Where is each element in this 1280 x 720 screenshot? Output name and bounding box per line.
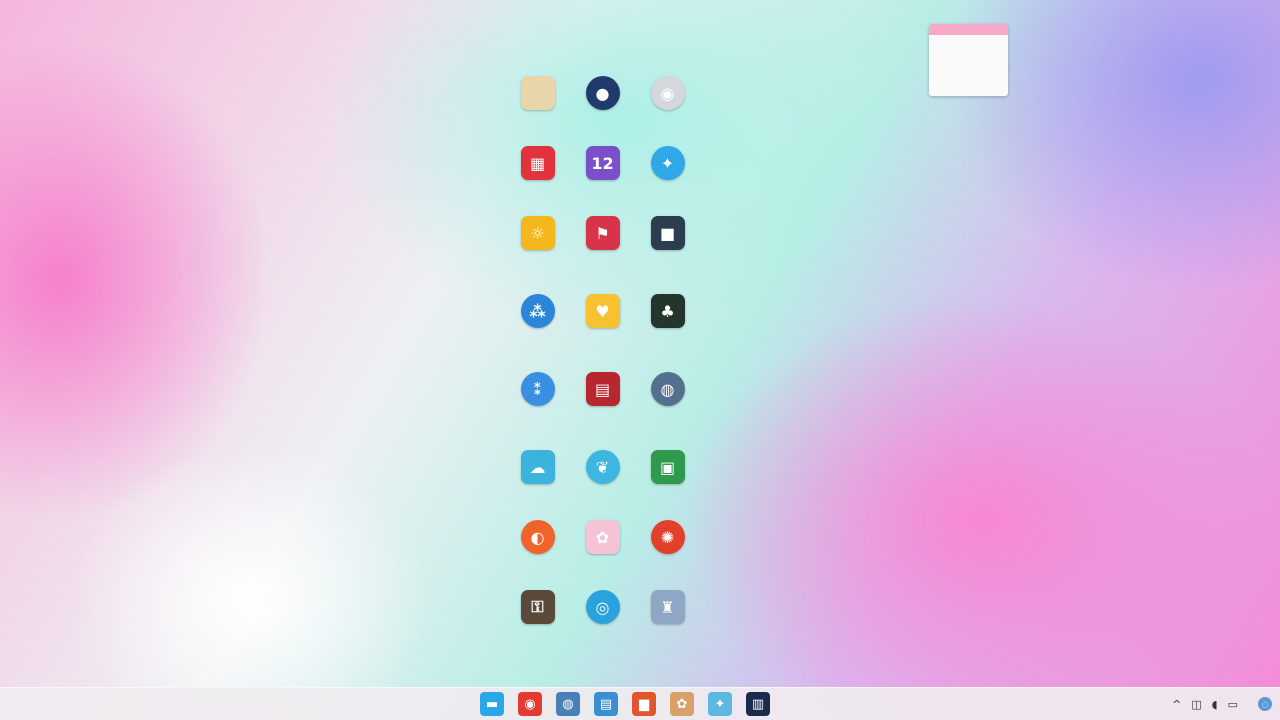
desktop-shortcut[interactable]: ⁑: [505, 368, 570, 438]
flag-app-icon: ⚑: [585, 216, 620, 250]
calendar-app-icon: 12: [585, 146, 620, 180]
desktop-shortcut[interactable]: [505, 72, 570, 142]
desktop-shortcut[interactable]: ☁: [505, 446, 570, 516]
notification-icon[interactable]: ◌: [1258, 697, 1272, 711]
taskbar-app-list: ▬ ◉ ◍ ▤ ▆ ✿ ✦ ▥: [480, 692, 770, 716]
desktop-shortcut[interactable]: ◎: [570, 586, 635, 664]
desktop-shortcut[interactable]: ▦: [505, 142, 570, 212]
cat-app-icon: ■: [650, 216, 685, 250]
globe-taskbar-icon[interactable]: ◍: [556, 692, 580, 716]
kawaii-app-icon: ✿: [585, 520, 620, 554]
heart-app-icon: ♥: [585, 294, 620, 328]
desktop-shortcut[interactable]: ◍: [635, 368, 700, 446]
bluebird-app-icon: ✦: [650, 146, 685, 180]
desktop-shortcut[interactable]: ⚑: [570, 212, 635, 282]
desktop-icon-grid: ● ◉ ▦ 12 ✦ ☼ ⚑ ■ ⁂ ♥ ♣ ⁑ ▤ ◍ ☁ ❦ ▣ ◐ ✿ ✺ ⚿ ◎ ♜: [505, 72, 700, 664]
desktop-shortcut[interactable]: 12: [570, 142, 635, 212]
network-icon[interactable]: ◫: [1191, 698, 1201, 711]
app-taskbar-icon[interactable]: ✦: [708, 692, 732, 716]
desktop-shortcut[interactable]: ⁂: [505, 290, 570, 368]
desktop-shortcut[interactable]: ●: [570, 72, 635, 142]
tower-app-icon: ♜: [650, 590, 685, 624]
desktop-shortcut[interactable]: ✿: [570, 516, 635, 586]
badge-app-icon: ✺: [650, 520, 685, 554]
leaf-app-icon: ❦: [585, 450, 620, 484]
desktop-shortcut[interactable]: ⚿: [505, 586, 570, 664]
desktop-shortcut[interactable]: ▣: [635, 446, 700, 516]
dark-taskbar-icon[interactable]: ▥: [746, 692, 770, 716]
calendar-header: [929, 24, 1008, 35]
paint-taskbar-icon[interactable]: ✿: [670, 692, 694, 716]
globe-app-icon: ◍: [650, 372, 685, 406]
tree-app-icon: ♣: [650, 294, 685, 328]
desktop-shortcut[interactable]: ☼: [505, 212, 570, 282]
desktop-shortcut[interactable]: ✺: [635, 516, 700, 586]
red-app-icon: ▦: [520, 146, 555, 180]
map-app-icon: ▣: [650, 450, 685, 484]
desktop-shortcut[interactable]: ♥: [570, 290, 635, 360]
desktop-shortcut[interactable]: ■: [635, 212, 700, 290]
chrome-taskbar-icon[interactable]: ◉: [518, 692, 542, 716]
speaker-icon[interactable]: ◖: [1212, 698, 1218, 711]
battery-icon[interactable]: ▭: [1228, 698, 1238, 711]
folder-taskbar-icon[interactable]: ▆: [632, 692, 656, 716]
firefox-icon: ◐: [520, 520, 555, 554]
desktop-shortcut[interactable]: ◉: [635, 72, 700, 142]
taskbar: ▬ ◉ ◍ ▤ ▆ ✿ ✦ ▥ ^ ◫ ◖ ▭ ◌: [0, 687, 1280, 720]
eye-app-icon: ◎: [585, 590, 620, 624]
archive-app-icon: ⚿: [520, 590, 555, 624]
robot-app-icon: ●: [585, 76, 620, 110]
desktop-shortcut[interactable]: ✦: [635, 142, 700, 212]
system-tray: ^ ◫ ◖ ▭ ◌: [1172, 688, 1272, 720]
cloud-app-icon: ☁: [520, 450, 555, 484]
disc-app-icon: ◉: [650, 76, 685, 110]
calendar-widget[interactable]: [929, 24, 1008, 96]
desktop-shortcut[interactable]: ♜: [635, 586, 700, 664]
yellow-app-icon: ☼: [520, 216, 555, 250]
files-taskbar-icon[interactable]: ▤: [594, 692, 618, 716]
desktop-shortcut[interactable]: ❦: [570, 446, 635, 516]
people-app-icon: ⁑: [520, 372, 555, 406]
start-taskbar-icon[interactable]: ▬: [480, 692, 504, 716]
grid-app-icon: ▤: [585, 372, 620, 406]
calendar-grid: [929, 35, 1008, 45]
desktop-shortcut[interactable]: ♣: [635, 290, 700, 360]
desktop-shortcut[interactable]: ◐: [505, 516, 570, 586]
tray-chevron-icon[interactable]: ^: [1172, 698, 1181, 711]
folder-icon: [520, 76, 555, 110]
dots-app-icon: ⁂: [520, 294, 555, 328]
desktop-shortcut[interactable]: ▤: [570, 368, 635, 438]
